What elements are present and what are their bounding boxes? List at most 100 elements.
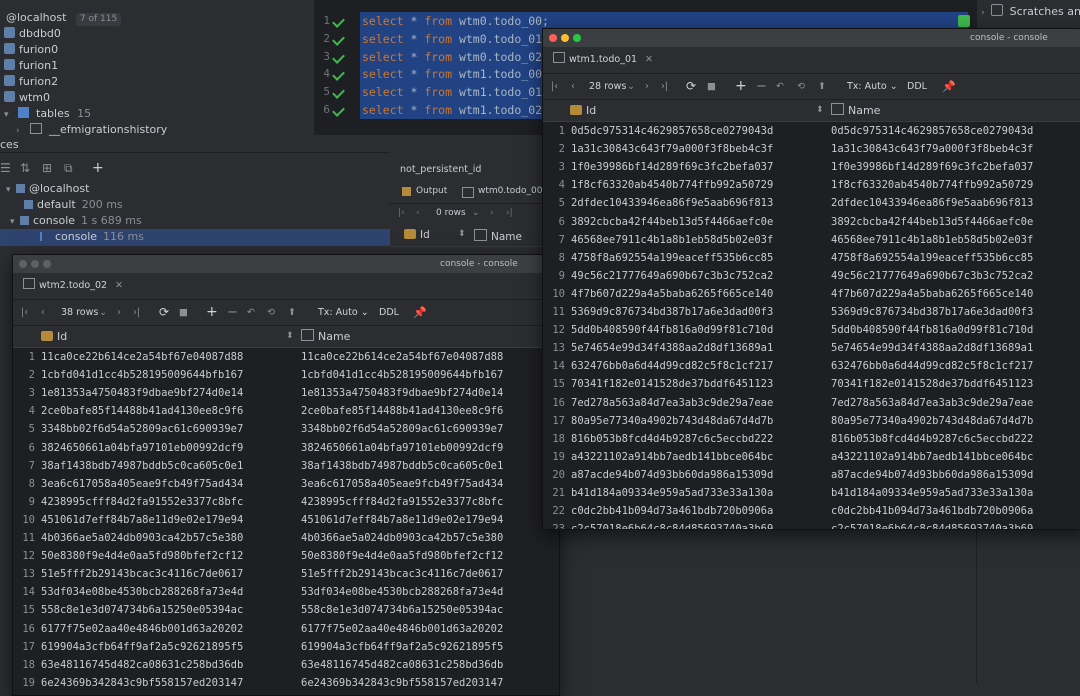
- close-tab-icon[interactable]: ✕: [115, 280, 123, 291]
- cell-id[interactable]: 0d5dc975314c4629857658ce0279043d: [571, 122, 773, 140]
- database-item[interactable]: furion0: [4, 42, 58, 58]
- refresh-icon[interactable]: ⟳: [159, 300, 169, 325]
- cell-id[interactable]: c0dc2bb41b094d73a461bdb720b0906a: [571, 502, 773, 520]
- table-row[interactable]: 17 80a95e77340a4902b743d48da67d4d7b 80a95e…: [543, 412, 1080, 430]
- service-node[interactable]: default 200 ms: [24, 197, 123, 213]
- cell-name[interactable]: 619904a3cfb64ff9af2a5c92621895f5: [301, 638, 503, 656]
- cell-id[interactable]: 1cbfd041d1cc4b528195009644bfb167: [41, 366, 243, 384]
- revert-icon[interactable]: ↶: [247, 300, 255, 325]
- pin-icon[interactable]: 📌: [413, 300, 427, 325]
- add-icon[interactable]: +: [92, 160, 104, 176]
- next-page-icon[interactable]: ›: [117, 300, 121, 325]
- cell-name[interactable]: 4238995cfff84d2fa91552e3377c8bfc: [301, 493, 503, 511]
- zoom-window-button[interactable]: [573, 34, 581, 42]
- cell-id[interactable]: 7ed278a563a84d7ea3ab3c9de29a7eae: [571, 394, 773, 412]
- cell-id[interactable]: 1e81353a4750483f9dbae9bf274d0e14: [41, 384, 243, 402]
- cell-name[interactable]: 1a31c30843c643f79a000f3f8beb4c3f: [831, 140, 1033, 158]
- table-row[interactable]: 12 50e8380f9e4d4e0aa5fd980bfef2cf12 50e838…: [13, 547, 559, 565]
- cell-name[interactable]: 5e74654e99d34f4388aa2d8df13689a1: [831, 339, 1033, 357]
- ddl-button[interactable]: DDL: [379, 300, 399, 325]
- cell-id[interactable]: 1f0e39986bf14d289f69c3fc2befa037: [571, 158, 773, 176]
- table-row[interactable]: 21 b41d184a09334e959a5ad733e33a130a b41d18…: [543, 484, 1080, 502]
- table-row[interactable]: 8 4758f8a692554a199eaceff535b6cc85 4758f8a…: [543, 249, 1080, 267]
- sort-icon[interactable]: ⬍: [458, 229, 466, 239]
- col-name-header[interactable]: Name: [831, 100, 880, 121]
- cell-name[interactable]: 2dfdec10433946ea86f9e5aab696f813: [831, 194, 1033, 212]
- cell-name[interactable]: 1e81353a4750483f9dbae9bf274d0e14: [301, 384, 503, 402]
- cell-id[interactable]: 3892cbcba42f44beb13d5f4466aefc0e: [571, 213, 773, 231]
- tables-node[interactable]: ▾ tables 15: [4, 106, 91, 122]
- cell-id[interactable]: 4f7b607d229a4a5baba6265f665ce140: [571, 285, 773, 303]
- cell-name[interactable]: 11ca0ce22b614ce2a54bf67e04087d88: [301, 348, 503, 366]
- database-item[interactable]: wtm0: [4, 90, 50, 106]
- table-row[interactable]: 4 2ce0bafe85f14488b41ad4130ee8c9f6 2ce0baf…: [13, 402, 559, 420]
- next-page-icon[interactable]: ›: [645, 74, 649, 99]
- stop-icon[interactable]: ■: [179, 300, 188, 325]
- table-row[interactable]: 18 63e48116745d482ca08631c258bd36db 63e481…: [13, 656, 559, 674]
- cell-id[interactable]: 451061d7eff84b7a8e11d9e02e179e94: [41, 511, 243, 529]
- cell-name[interactable]: 632476bb0a6d44d99cd82c5f8c1cf217: [831, 357, 1033, 375]
- table-row[interactable]: 20 a87acde94b074d93bb60da986a15309d a87acd…: [543, 466, 1080, 484]
- layout-icon[interactable]: ⧉: [64, 161, 73, 176]
- cell-id[interactable]: 2dfdec10433946ea86f9e5aab696f813: [571, 194, 773, 212]
- add-row-icon[interactable]: +: [206, 300, 218, 325]
- close-window-button[interactable]: [19, 260, 27, 268]
- result-tab[interactable]: wtm2.todo_02 ✕: [13, 273, 123, 299]
- table-row[interactable]: 1 11ca0ce22b614ce2a54bf67e04087d88 11ca0ce…: [13, 348, 559, 366]
- close-window-button[interactable]: [549, 34, 557, 42]
- table-row[interactable]: 6 3824650661a04bfa97101eb00992dcf9 3824650…: [13, 439, 559, 457]
- result-tab[interactable]: wtm0.todo_00: [478, 186, 542, 196]
- cell-name[interactable]: 70341f182e0141528de37bddf6451123: [831, 375, 1033, 393]
- cell-id[interactable]: 5369d9c876734bd387b17a6e3dad00f3: [571, 303, 773, 321]
- cell-name[interactable]: 1f0e39986bf14d289f69c3fc2befa037: [831, 158, 1033, 176]
- filter-icon[interactable]: ⇅: [20, 161, 30, 175]
- cell-id[interactable]: 3824650661a04bfa97101eb00992dcf9: [41, 439, 243, 457]
- delete-row-icon[interactable]: −: [227, 300, 238, 325]
- table-row[interactable]: 3 1f0e39986bf14d289f69c3fc2befa037 1f0e399…: [543, 158, 1080, 176]
- col-id-header[interactable]: Id: [570, 100, 596, 121]
- cell-id[interactable]: 51e5fff2b29143bcac3c4116c7de0617: [41, 565, 243, 583]
- zoom-window-button[interactable]: [43, 260, 51, 268]
- minimize-window-button[interactable]: [31, 260, 39, 268]
- table-row[interactable]: 12 5dd0b408590f44fb816a0d99f81c710d 5dd0b4…: [543, 321, 1080, 339]
- cell-name[interactable]: 1cbfd041d1cc4b528195009644bfb167: [301, 366, 503, 384]
- service-node[interactable]: ▾ console 1 s 689 ms: [10, 213, 142, 229]
- revert-icon[interactable]: ↶: [776, 74, 784, 99]
- cell-id[interactable]: a43221102a914bb7aedb141bbce064bc: [571, 448, 773, 466]
- compare-icon[interactable]: ⟲: [267, 300, 275, 325]
- col-name-header[interactable]: Name: [474, 229, 522, 243]
- prev-page-icon[interactable]: ‹: [41, 300, 45, 325]
- group-icon[interactable]: ⊞: [42, 161, 52, 175]
- table-row[interactable]: 5 2dfdec10433946ea86f9e5aab696f813 2dfdec1…: [543, 194, 1080, 212]
- table-row[interactable]: 23 c2c57018e6b64c8c84d85693740a3b69 c2c570…: [543, 520, 1080, 529]
- table-row[interactable]: 11 4b0366ae5a024db0903ca42b57c5e380 4b0366…: [13, 529, 559, 547]
- cell-name[interactable]: 50e8380f9e4d4e0aa5fd980bfef2cf12: [301, 547, 503, 565]
- minimize-window-button[interactable]: [561, 34, 569, 42]
- cell-name[interactable]: 5369d9c876734bd387b17a6e3dad00f3: [831, 303, 1033, 321]
- cell-id[interactable]: c2c57018e6b64c8c84d85693740a3b69: [571, 520, 773, 529]
- sort-icon[interactable]: ⬍: [286, 326, 294, 347]
- cell-name[interactable]: a43221102a914bb7aedb141bbce064bc: [831, 448, 1033, 466]
- first-page-icon[interactable]: |‹: [551, 74, 558, 99]
- host-node[interactable]: @localhost 7 of 115: [6, 10, 122, 26]
- cell-id[interactable]: 50e8380f9e4d4e0aa5fd980bfef2cf12: [41, 547, 243, 565]
- tx-mode-select[interactable]: Tx: Auto ⌄: [318, 300, 369, 325]
- compare-icon[interactable]: ⟲: [797, 74, 805, 99]
- cell-name[interactable]: 49c56c21777649a690b67c3b3c752ca2: [831, 267, 1033, 285]
- service-node[interactable]: ▾ @localhost: [6, 181, 95, 197]
- prev-page-icon[interactable]: ‹: [416, 208, 420, 218]
- table-row[interactable]: 8 3ea6c617058a405eae9fcb49f75ad434 3ea6c61…: [13, 475, 559, 493]
- table-item[interactable]: › __efmigrationshistory: [16, 122, 167, 138]
- cell-name[interactable]: 38af1438bdb74987bddb5c0ca605c0e1: [301, 457, 503, 475]
- rows-count[interactable]: 38 rows: [61, 300, 98, 325]
- table-row[interactable]: 14 632476bb0a6d44d99cd82c5f8c1cf217 632476…: [543, 357, 1080, 375]
- cell-name[interactable]: 4f7b607d229a4a5baba6265f665ce140: [831, 285, 1033, 303]
- rows-count[interactable]: 0 rows: [436, 208, 466, 218]
- cell-id[interactable]: 6177f75e02aa40e4846b001d63a20202: [41, 620, 243, 638]
- cell-id[interactable]: 49c56c21777649a690b67c3b3c752ca2: [571, 267, 773, 285]
- rows-count[interactable]: 28 rows: [589, 74, 626, 99]
- cell-name[interactable]: 51e5fff2b29143bcac3c4116c7de0617: [301, 565, 503, 583]
- cell-id[interactable]: 816b053b8fcd4d4b9287c6c5eccbd222: [571, 430, 773, 448]
- cell-id[interactable]: 4758f8a692554a199eaceff535b6cc85: [571, 249, 773, 267]
- cell-name[interactable]: 3824650661a04bfa97101eb00992dcf9: [301, 439, 503, 457]
